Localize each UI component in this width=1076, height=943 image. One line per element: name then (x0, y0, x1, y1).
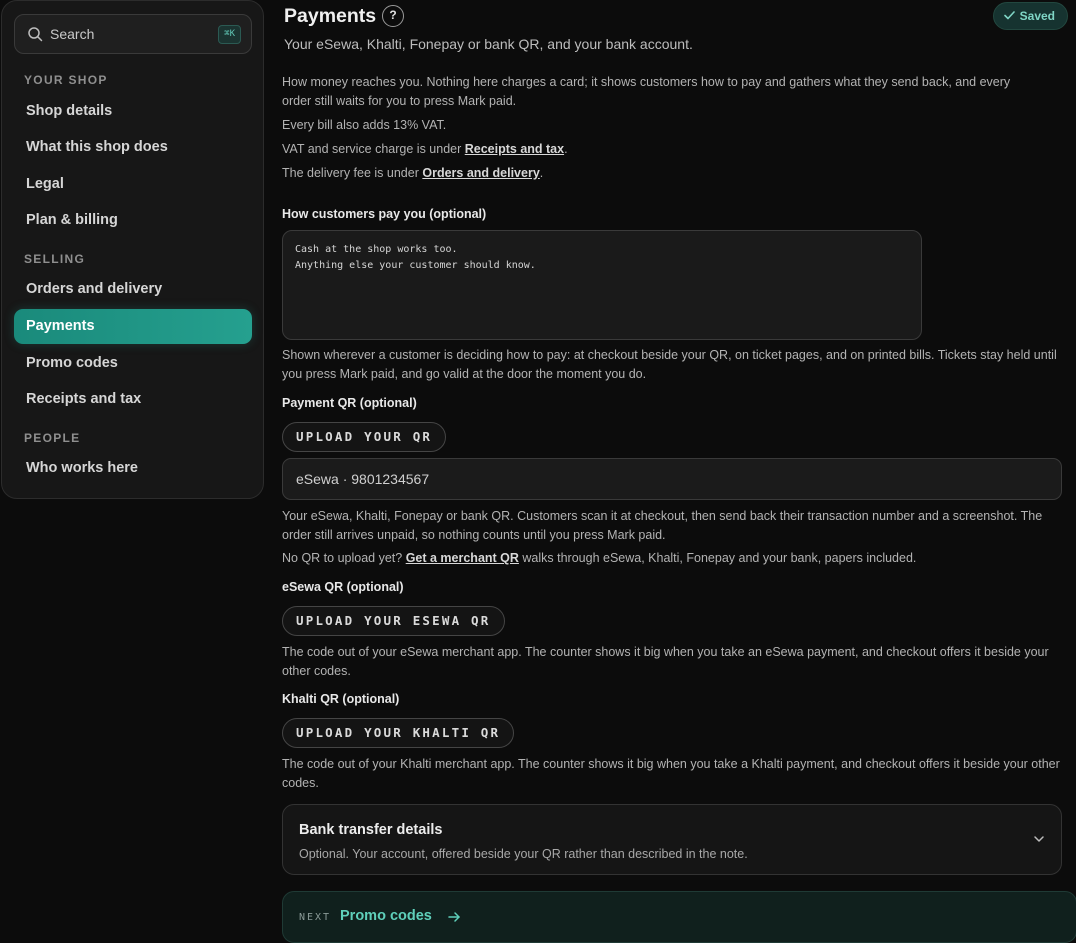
next-section-link[interactable]: NEXT Promo codes (282, 891, 1076, 943)
esewa-qr-help: The code out of your eSewa merchant app.… (282, 645, 1049, 678)
khalti-qr-label: Khalti QR (optional) (282, 692, 400, 706)
saved-status-badge: Saved (992, 2, 1068, 30)
page-subtitle: Your eSewa, Khalti, Fonepay or bank QR, … (284, 36, 693, 52)
search-icon (28, 27, 43, 42)
vat-text: Every bill also adds 13% VAT. (282, 118, 447, 132)
sidebar-item-plan-billing[interactable]: Plan & billing (14, 203, 252, 238)
sidebar-item-legal[interactable]: Legal (14, 167, 252, 202)
bank-transfer-title: Bank transfer details (299, 822, 443, 838)
how-pay-label: How customers pay you (optional) (282, 207, 487, 221)
merchant-qr-link[interactable]: Get a merchant QR (406, 551, 519, 565)
bank-transfer-subtitle: Optional. Your account, offered beside y… (299, 847, 748, 861)
orders-delivery-link[interactable]: Orders and delivery (422, 166, 539, 180)
sidebar: Search ⌘K YOUR SHOP Shop details What th… (1, 0, 264, 499)
section-title-selling: SELLING (24, 252, 86, 266)
next-label: NEXT (299, 912, 332, 923)
sidebar-item-orders-delivery[interactable]: Orders and delivery (14, 272, 252, 307)
qr-account-input[interactable]: eSewa · 9801234567 (282, 458, 1062, 500)
khalti-qr-help: The code out of your Khalti merchant app… (282, 757, 1060, 790)
arrow-right-icon (448, 912, 460, 922)
intro-text: How money reaches you. Nothing here char… (282, 75, 1011, 108)
page-title: Payments (284, 5, 377, 27)
sidebar-item-receipts-tax[interactable]: Receipts and tax (14, 382, 252, 417)
sidebar-item-who-works-here[interactable]: Who works here (14, 451, 252, 486)
upload-esewa-qr-button[interactable]: UPLOAD YOUR ESEWA QR (282, 606, 505, 636)
how-pay-help: Shown wherever a customer is deciding ho… (282, 348, 1057, 381)
bank-transfer-accordion[interactable]: Bank transfer details Optional. Your acc… (282, 804, 1062, 875)
chevron-down-icon (1034, 836, 1044, 842)
payment-qr-label: Payment QR (optional) (282, 396, 417, 410)
help-icon[interactable]: ? (382, 5, 404, 27)
sidebar-item-shop-details[interactable]: Shop details (14, 94, 252, 129)
search-input[interactable]: Search ⌘K (14, 14, 252, 54)
delivery-link-line: The delivery fee is under Orders and del… (282, 166, 544, 180)
main-content: Payments ? Saved Your eSewa, Khalti, Fon… (282, 0, 1076, 943)
upload-qr-button[interactable]: UPLOAD YOUR QR (282, 422, 447, 452)
esewa-qr-label: eSewa QR (optional) (282, 580, 404, 594)
sidebar-item-promo-codes[interactable]: Promo codes (14, 346, 252, 381)
next-promo-codes-label: Promo codes (340, 908, 432, 924)
section-title-people: PEOPLE (24, 431, 81, 445)
sidebar-item-payments[interactable]: Payments (14, 309, 252, 344)
how-pay-textarea[interactable]: Cash at the shop works too. Anything els… (282, 230, 922, 340)
vat-link-line: VAT and service charge is under Receipts… (282, 142, 568, 156)
receipts-tax-link[interactable]: Receipts and tax (465, 142, 564, 156)
merchant-qr-line: No QR to upload yet? Get a merchant QR w… (282, 551, 917, 565)
check-icon (1003, 11, 1015, 20)
payment-qr-help: Your eSewa, Khalti, Fonepay or bank QR. … (282, 509, 1043, 542)
sidebar-item-what-this-shop-does[interactable]: What this shop does (14, 130, 252, 165)
search-placeholder: Search (50, 26, 95, 42)
upload-khalti-qr-button[interactable]: UPLOAD YOUR KHALTI QR (282, 718, 515, 748)
search-shortcut-badge: ⌘K (218, 25, 241, 44)
section-title-your-shop: YOUR SHOP (24, 73, 108, 87)
saved-label: Saved (1019, 9, 1055, 23)
